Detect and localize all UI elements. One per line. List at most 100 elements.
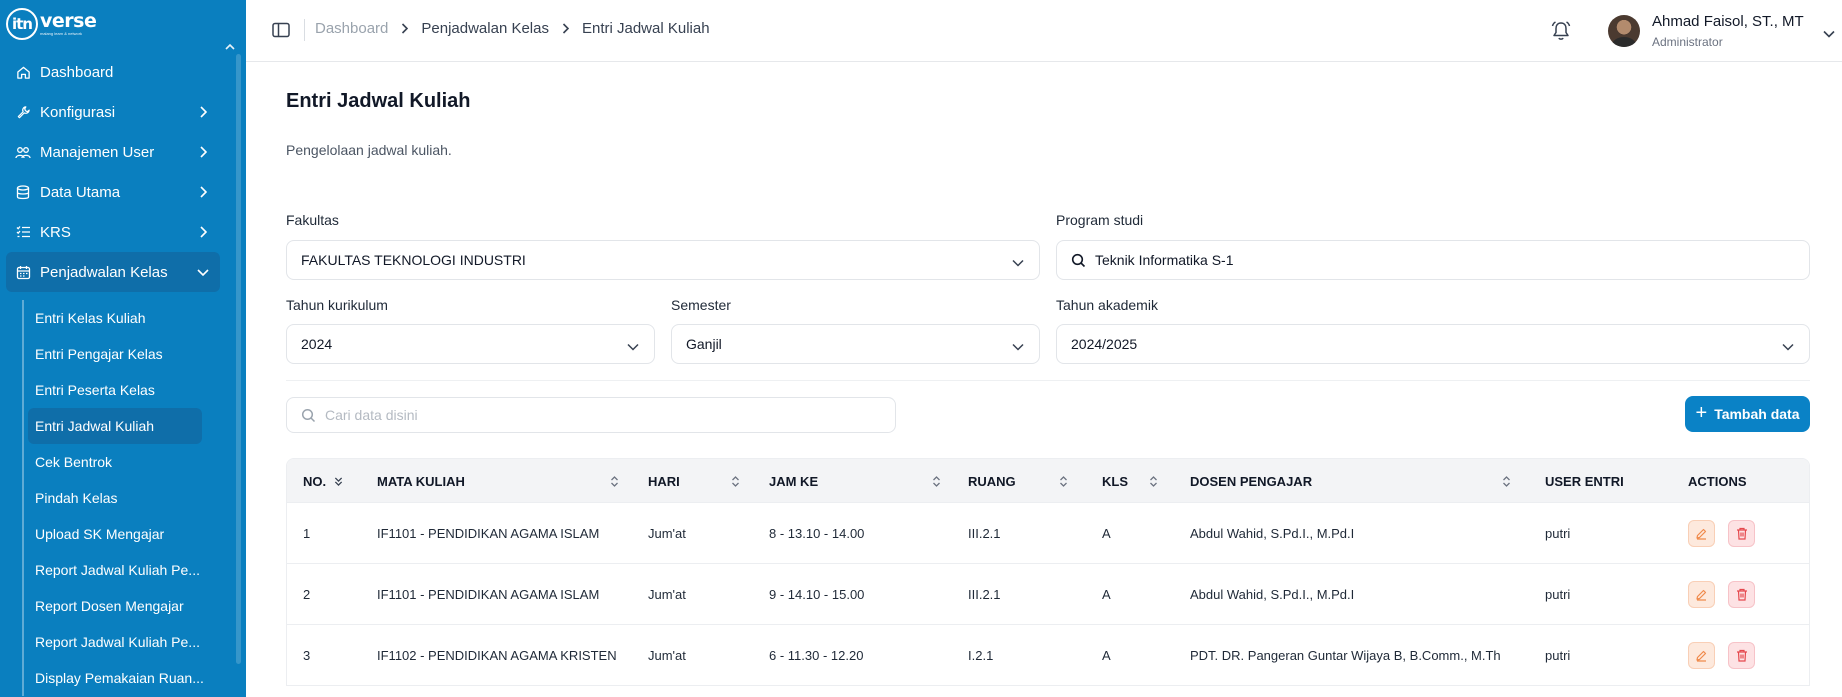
cell-actions <box>1688 564 1755 625</box>
submenu-item-display-pemakaian-ruang[interactable]: Display Pemakaian Ruan... <box>24 660 222 696</box>
page-title: Entri Jadwal Kuliah <box>286 90 471 112</box>
delete-button[interactable] <box>1728 520 1755 547</box>
users-icon <box>15 144 31 160</box>
column-header-hari[interactable]: HARI <box>648 474 740 489</box>
brand-logo[interactable]: itn verse malang learn & network <box>6 8 97 40</box>
cell-kls: A <box>1102 587 1111 602</box>
semester-label: Semester <box>671 297 731 313</box>
edit-button[interactable] <box>1688 581 1715 608</box>
fakultas-label: Fakultas <box>286 212 339 228</box>
plus-icon: + <box>1695 402 1708 424</box>
search-icon <box>301 408 316 422</box>
submenu-item-report-dosen-mengajar[interactable]: Report Dosen Mengajar <box>24 588 222 624</box>
fakultas-select-value: FAKULTAS TEKNOLOGI INDUSTRI <box>301 252 526 268</box>
chevron-up-icon[interactable] <box>225 41 235 53</box>
notification-bell-icon[interactable] <box>1551 20 1571 42</box>
submenu-item-upload-sk-mengajar[interactable]: Upload SK Mengajar <box>24 516 222 552</box>
search-input[interactable] <box>325 407 881 423</box>
trash-icon <box>1736 649 1747 662</box>
sidebar-item-manajemen-user[interactable]: Manajemen User <box>6 132 220 172</box>
sort-icon <box>732 476 739 487</box>
semester-select[interactable]: Ganjil <box>671 324 1040 364</box>
column-header-kls[interactable]: KLS <box>1102 474 1158 489</box>
sort-icon <box>611 476 618 487</box>
cell-mata-kuliah: IF1101 - PENDIDIKAN AGAMA ISLAM <box>377 587 600 602</box>
sidebar-item-label: Manajemen User <box>40 143 155 161</box>
sidebar: itn verse malang learn & network Dashboa… <box>0 0 246 697</box>
search-icon <box>1071 253 1086 268</box>
edit-button[interactable] <box>1688 642 1715 669</box>
delete-button[interactable] <box>1728 581 1755 608</box>
cell-jam-ke: 8 - 13.10 - 14.00 <box>769 526 865 541</box>
user-role: Administrator <box>1652 35 1723 49</box>
tahun-akademik-select[interactable]: 2024/2025 <box>1056 324 1810 364</box>
column-header-no[interactable]: NO. <box>303 474 343 489</box>
top-bar: Dashboard Penjadwalan Kelas Entri Jadwal… <box>246 0 1842 62</box>
semester-value: Ganjil <box>686 336 722 352</box>
sidebar-item-label: Data Utama <box>40 183 121 201</box>
section-divider <box>286 380 1810 381</box>
sidebar-item-konfigurasi[interactable]: Konfigurasi <box>6 92 220 132</box>
tahun-akademik-label: Tahun akademik <box>1056 297 1158 313</box>
submenu-item-entri-jadwal-kuliah[interactable]: Entri Jadwal Kuliah <box>28 408 202 444</box>
sidebar-scrollbar[interactable] <box>236 54 241 664</box>
table-row: 1 IF1101 - PENDIDIKAN AGAMA ISLAM Jum'at… <box>287 502 1809 563</box>
column-header-dosen-pengajar[interactable]: DOSEN PENGAJAR <box>1190 474 1511 489</box>
cell-dosen: PDT. DR. Pangeran Guntar Wijaya B, B.Com… <box>1190 648 1501 663</box>
program-studi-value: Teknik Informatika S-1 <box>1095 252 1234 268</box>
logo-tagline: malang learn & network <box>40 31 83 36</box>
submenu-item-entri-pengajar-kelas[interactable]: Entri Pengajar Kelas <box>24 336 222 372</box>
delete-button[interactable] <box>1728 642 1755 669</box>
program-studi-input[interactable]: Teknik Informatika S-1 <box>1056 240 1810 280</box>
submenu-item-pindah-kelas[interactable]: Pindah Kelas <box>24 480 222 516</box>
sort-icon <box>1503 476 1510 487</box>
user-name[interactable]: Ahmad Faisol, ST., MT <box>1652 13 1804 30</box>
tahun-kurikulum-select[interactable]: 2024 <box>286 324 655 364</box>
cell-hari: Jum'at <box>648 526 686 541</box>
column-header-jam-ke[interactable]: JAM KE <box>769 474 941 489</box>
submenu-item-entri-kelas-kuliah[interactable]: Entri Kelas Kuliah <box>24 300 222 336</box>
logo-word: verse <box>40 10 97 32</box>
cell-mata-kuliah: IF1102 - PENDIDIKAN AGAMA KRISTEN <box>377 648 617 663</box>
edit-button[interactable] <box>1688 520 1715 547</box>
sidebar-toggle-icon[interactable] <box>272 22 290 38</box>
cell-dosen: Abdul Wahid, S.Pd.I., M.Pd.I <box>1190 587 1355 602</box>
sort-desc-icon <box>335 477 343 486</box>
cell-no: 2 <box>303 587 311 602</box>
column-header-ruang[interactable]: RUANG <box>968 474 1068 489</box>
tahun-kurikulum-value: 2024 <box>301 336 333 352</box>
add-data-button[interactable]: + Tambah data <box>1685 396 1810 432</box>
sidebar-item-krs[interactable]: KRS <box>6 212 220 252</box>
calendar-icon <box>15 264 31 280</box>
table-header: NO. MATA KULIAH HARI JAM KE RUANG KLS DO… <box>287 459 1809 502</box>
breadcrumb-chevron-icon <box>562 21 570 37</box>
sidebar-item-penjadwalan-kelas[interactable]: Penjadwalan Kelas <box>6 252 220 292</box>
chevron-down-icon[interactable] <box>1822 26 1836 38</box>
breadcrumb: Dashboard Penjadwalan Kelas Entri Jadwal… <box>315 20 710 37</box>
cell-ruang: I.2.1 <box>968 648 994 663</box>
table-row: 2 IF1101 - PENDIDIKAN AGAMA ISLAM Jum'at… <box>287 563 1809 624</box>
submenu-item-report-jadwal-kuliah-1[interactable]: Report Jadwal Kuliah Pe... <box>24 552 222 588</box>
tahun-kurikulum-label: Tahun kurikulum <box>286 297 388 313</box>
fakultas-select[interactable]: FAKULTAS TEKNOLOGI INDUSTRI <box>286 240 1040 280</box>
chevron-down-icon <box>1781 339 1795 351</box>
user-avatar[interactable] <box>1608 15 1640 47</box>
chevron-down-icon <box>626 339 640 351</box>
cell-dosen: Abdul Wahid, S.Pd.I., M.Pd.I <box>1190 526 1355 541</box>
breadcrumb-item-penjadwalan-kelas[interactable]: Penjadwalan Kelas <box>421 20 549 37</box>
submenu-item-entri-peserta-kelas[interactable]: Entri Peserta Kelas <box>24 372 222 408</box>
cell-no: 3 <box>303 648 311 663</box>
sidebar-item-dashboard[interactable]: Dashboard <box>6 52 220 92</box>
breadcrumb-item-dashboard[interactable]: Dashboard <box>315 20 388 37</box>
sidebar-item-data-utama[interactable]: Data Utama <box>6 172 220 212</box>
database-icon <box>15 184 31 200</box>
chevron-down-icon <box>196 265 210 279</box>
toolbar-divider <box>304 19 305 41</box>
column-header-mata-kuliah[interactable]: MATA KULIAH <box>377 474 619 489</box>
submenu-item-report-jadwal-kuliah-2[interactable]: Report Jadwal Kuliah Pe... <box>24 624 222 660</box>
cell-mata-kuliah: IF1101 - PENDIDIKAN AGAMA ISLAM <box>377 526 600 541</box>
submenu-item-cek-bentrok[interactable]: Cek Bentrok <box>24 444 222 480</box>
chevron-right-icon <box>196 105 210 119</box>
schedule-table: NO. MATA KULIAH HARI JAM KE RUANG KLS DO… <box>286 458 1810 686</box>
chevron-right-icon <box>196 145 210 159</box>
